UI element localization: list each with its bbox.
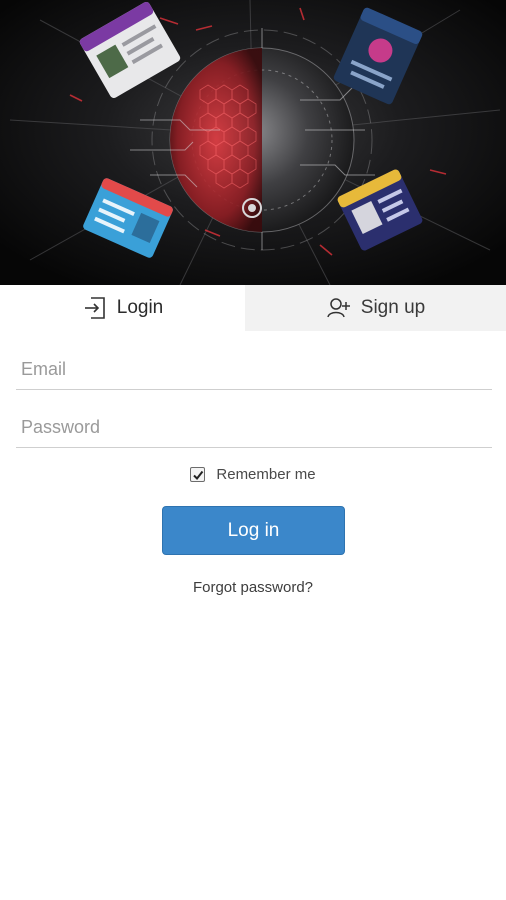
- password-field-container: [16, 404, 492, 448]
- password-field[interactable]: [21, 412, 481, 442]
- tab-signup-label: Sign up: [360, 297, 426, 318]
- auth-tabs: Login Sign up: [0, 285, 506, 331]
- email-field[interactable]: [21, 354, 481, 384]
- remember-me-row: Remember me: [0, 466, 506, 483]
- login-button[interactable]: Log in: [162, 506, 345, 555]
- tab-login-label: Login: [116, 297, 164, 318]
- hero-banner: [0, 0, 506, 285]
- remember-me-checkbox[interactable]: [190, 467, 206, 482]
- remember-me-label: Remember me: [216, 466, 316, 483]
- tab-signup[interactable]: Sign up: [245, 285, 506, 331]
- login-icon: [82, 295, 108, 321]
- checkmark-icon: [193, 470, 204, 480]
- tab-login[interactable]: Login: [0, 285, 245, 331]
- add-user-icon: [326, 295, 352, 321]
- email-field-container: [16, 346, 492, 390]
- login-screen: Login Sign up Remember me Lo: [0, 0, 506, 900]
- forgot-password-link[interactable]: Forgot password?: [0, 579, 506, 596]
- hero-collage-image: [0, 0, 506, 285]
